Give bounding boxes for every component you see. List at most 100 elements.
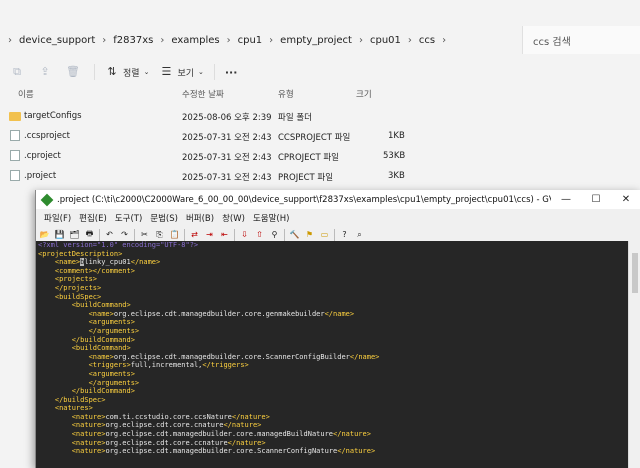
minimize-button[interactable]: — xyxy=(551,194,581,205)
tags-icon[interactable]: ▭ xyxy=(319,229,330,240)
menu-tools[interactable]: 도구(T) xyxy=(111,212,146,224)
breadcrumb-item[interactable]: cpu01 xyxy=(363,35,408,46)
breadcrumb-item[interactable]: empty_project xyxy=(273,35,359,46)
breadcrumb-item[interactable]: ccs xyxy=(412,35,442,46)
column-modified[interactable]: 수정한 날짜 xyxy=(182,88,224,100)
sort-button[interactable]: ⇅ 정렬 ⌄ xyxy=(105,65,149,79)
list-item[interactable]: .ccsproject 2025-07-31 오전 2:43 CCSPROJEC… xyxy=(0,126,640,146)
code-line: <?xml version="1.0" encoding="UTF-8"?> xyxy=(38,241,199,249)
file-name: .cproject xyxy=(24,151,61,161)
command-bar: ⧉ ⇪ 🗑 ⇅ 정렬 ⌄ ☰ 보기 ⌄ ··· xyxy=(0,58,640,86)
menu-file[interactable]: 파일(F) xyxy=(40,212,75,224)
column-header-row: 이름 수정한 날짜 유형 크기 xyxy=(0,88,640,104)
menu-bar: 파일(F) 편집(E) 도구(T) 문법(S) 버퍼(B) 창(W) 도움말(H… xyxy=(36,209,640,226)
load-session-icon[interactable]: ⇩ xyxy=(239,229,250,240)
close-button[interactable]: ✕ xyxy=(611,194,640,205)
find-help-icon[interactable]: ⌕ xyxy=(354,229,365,240)
vertical-scrollbar[interactable] xyxy=(628,241,640,468)
toolbar-divider xyxy=(94,64,95,80)
code-line: <nature>org.eclipse.cdt.core.ccnature</n… xyxy=(71,438,266,447)
view-label: 보기 xyxy=(177,68,194,79)
share-button[interactable]: ⇪ xyxy=(38,65,56,79)
help-icon[interactable]: ? xyxy=(339,229,350,240)
folder-icon xyxy=(9,112,21,121)
view-list-icon: ☰ xyxy=(161,65,172,78)
undo-icon[interactable]: ↶ xyxy=(104,229,115,240)
code-line: <nature>org.eclipse.cdt.managedbuilder.c… xyxy=(71,447,376,456)
open-icon[interactable]: 📂 xyxy=(39,229,50,240)
code-line: <name>org.eclipse.cdt.managedbuilder.cor… xyxy=(88,352,380,361)
save-all-icon[interactable]: 🗂 xyxy=(69,229,80,240)
chevron-right-icon[interactable]: › xyxy=(442,35,446,46)
make-icon[interactable]: 🔨 xyxy=(289,229,300,240)
code-line: <arguments> xyxy=(88,369,135,378)
sort-label: 정렬 xyxy=(123,68,140,79)
vim-logo-icon xyxy=(40,193,54,206)
menu-help[interactable]: 도움말(H) xyxy=(249,212,293,224)
list-item[interactable]: targetConfigs 2025-08-06 오후 2:39 파일 폴더 xyxy=(0,106,640,126)
file-modified: 2025-08-06 오후 2:39 xyxy=(182,113,272,123)
find-replace-icon[interactable]: ⇄ xyxy=(189,229,200,240)
save-icon[interactable]: 💾 xyxy=(54,229,65,240)
search-placeholder: ccs 검색 xyxy=(533,36,571,48)
search-input[interactable]: ccs 검색 xyxy=(522,26,640,54)
delete-button[interactable]: 🗑 xyxy=(66,65,84,79)
chevron-down-icon: ⌄ xyxy=(143,68,150,76)
title-bar[interactable]: .project (C:\ti\c2000\C2000Ware_6_00_00_… xyxy=(36,190,640,209)
column-type[interactable]: 유형 xyxy=(278,88,294,100)
gvim-window: .project (C:\ti\c2000\C2000Ware_6_00_00_… xyxy=(35,190,640,468)
save-session-icon[interactable]: ⇧ xyxy=(254,229,265,240)
toolbar-divider xyxy=(334,228,335,241)
code-line: </arguments> xyxy=(88,378,140,387)
menu-syntax[interactable]: 문법(S) xyxy=(146,212,182,224)
file-icon xyxy=(10,150,20,161)
file-name: .ccsproject xyxy=(24,131,70,141)
print-icon[interactable]: 🖶 xyxy=(84,229,95,240)
column-name[interactable]: 이름 xyxy=(18,88,34,100)
menu-window[interactable]: 창(W) xyxy=(218,212,249,224)
file-modified: 2025-07-31 오전 2:43 xyxy=(182,153,272,163)
menu-buffers[interactable]: 버퍼(B) xyxy=(182,212,218,224)
file-modified: 2025-07-31 오전 2:43 xyxy=(182,173,272,183)
maximize-button[interactable]: ☐ xyxy=(581,194,611,205)
code-editor[interactable]: <?xml version="1.0" encoding="UTF-8"?> <p… xyxy=(36,241,629,468)
trash-icon: 🗑 xyxy=(66,65,80,78)
share-icon: ⇪ xyxy=(40,65,50,78)
toolbar-divider xyxy=(184,228,185,241)
list-item[interactable]: .cproject 2025-07-31 오전 2:43 CPROJECT 파일… xyxy=(0,146,640,166)
more-icon: ··· xyxy=(224,65,238,79)
code-line: <arguments> xyxy=(88,318,135,327)
find-prev-icon[interactable]: ⇤ xyxy=(219,229,230,240)
copy-icon: ⧉ xyxy=(13,65,21,78)
code-line: <projects> xyxy=(54,275,98,284)
paste-icon[interactable]: 📋 xyxy=(169,229,180,240)
code-line: <name>org.eclipse.cdt.managedbuilder.cor… xyxy=(88,309,355,318)
more-options-button[interactable]: ··· xyxy=(225,66,238,79)
file-size: 1KB xyxy=(388,131,405,141)
redo-icon[interactable]: ↷ xyxy=(119,229,130,240)
column-size[interactable]: 크기 xyxy=(356,88,372,100)
code-line: <natures> xyxy=(54,404,93,413)
code-line: <nature>org.eclipse.cdt.core.cnature</na… xyxy=(71,421,262,430)
breadcrumb-item[interactable]: f2837xs xyxy=(106,35,160,46)
sort-icon: ⇅ xyxy=(107,65,117,78)
breadcrumb-item[interactable]: cpu1 xyxy=(231,35,270,46)
run-script-icon[interactable]: ⚲ xyxy=(269,229,280,240)
code-line: <triggers>full,incremental,</triggers> xyxy=(88,361,249,370)
toolbar-divider xyxy=(213,64,215,80)
breadcrumb-item[interactable]: examples xyxy=(164,35,226,46)
list-item[interactable]: .project 2025-07-31 오전 2:43 PROJECT 파일 3… xyxy=(0,166,640,186)
file-type: CCSPROJECT 파일 xyxy=(278,133,351,143)
copy-icon[interactable]: ⎘ xyxy=(154,229,165,240)
copy-button[interactable]: ⧉ xyxy=(10,65,28,79)
menu-edit[interactable]: 편집(E) xyxy=(75,212,111,224)
code-line: <projectDescription> xyxy=(38,249,123,258)
find-next-icon[interactable]: ⇥ xyxy=(204,229,215,240)
view-button[interactable]: ☰ 보기 ⌄ xyxy=(159,65,204,79)
scrollbar-thumb[interactable] xyxy=(632,253,638,293)
cut-icon[interactable]: ✂ xyxy=(139,229,150,240)
code-line: </buildCommand> xyxy=(71,387,135,396)
breadcrumb-item[interactable]: device_support xyxy=(12,35,102,46)
shell-icon[interactable]: ⚑ xyxy=(304,229,315,240)
toolbar-divider xyxy=(234,228,235,241)
